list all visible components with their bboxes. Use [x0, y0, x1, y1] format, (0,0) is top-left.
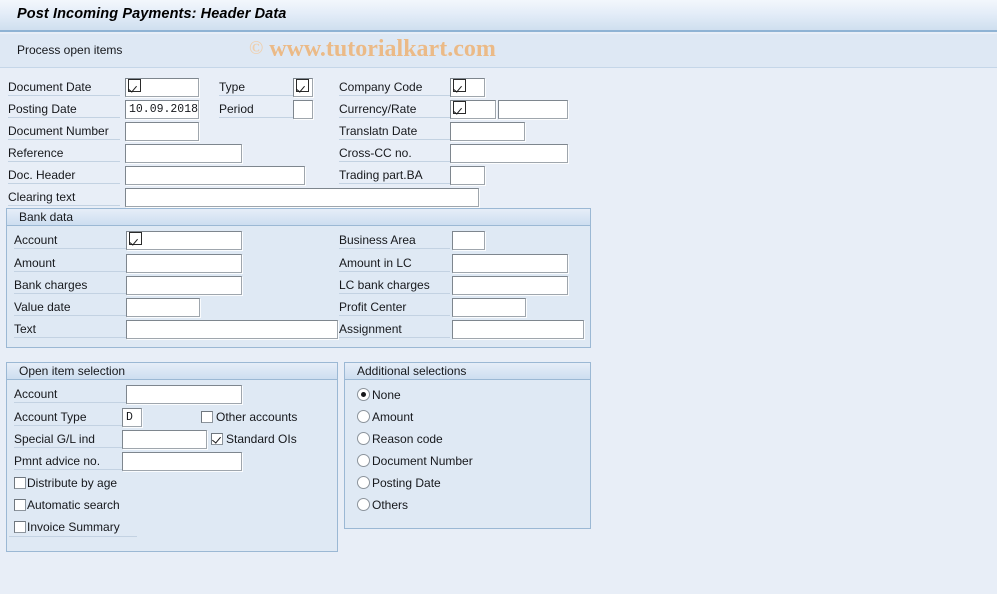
- clearing-text-input[interactable]: [125, 188, 479, 207]
- label-translatn-date: Translatn Date: [339, 124, 450, 140]
- label-clearing-text: Clearing text: [8, 190, 120, 206]
- trading-part-ba-input[interactable]: [450, 166, 485, 185]
- label-assignment: Assignment: [339, 322, 450, 338]
- label-value-date: Value date: [14, 300, 126, 316]
- cross-cc-no-input[interactable]: [450, 144, 568, 163]
- label-currency-rate: Currency/Rate: [339, 102, 450, 118]
- profit-center-input[interactable]: [452, 298, 526, 317]
- matchcode-icon[interactable]: [129, 232, 142, 246]
- reference-input[interactable]: [125, 144, 242, 163]
- label-distribute-by-age[interactable]: Distribute by age: [27, 476, 117, 490]
- invoice-summary-underline: [9, 536, 137, 537]
- window-title-bar: Post Incoming Payments: Header Data: [0, 0, 997, 32]
- label-document-number: Document Number: [8, 124, 120, 140]
- radio-amount[interactable]: [357, 410, 370, 423]
- label-type: Type: [219, 80, 293, 96]
- label-business-area: Business Area: [339, 233, 450, 249]
- additional-selections-title: Additional selections: [357, 364, 467, 378]
- label-company-code: Company Code: [339, 80, 450, 96]
- label-pmnt-advice-no: Pmnt advice no.: [14, 454, 122, 470]
- bank-data-header: Bank data: [7, 209, 590, 226]
- bank-data-title: Bank data: [19, 210, 74, 224]
- pmnt-advice-no-input[interactable]: [122, 452, 242, 471]
- checkbox-distribute-by-age[interactable]: [14, 477, 26, 489]
- label-trading-part-ba: Trading part.BA: [339, 168, 450, 184]
- checkbox-invoice-summary[interactable]: [14, 521, 26, 533]
- bank-account-input[interactable]: [126, 231, 242, 250]
- label-special-gl-ind: Special G/L ind: [14, 432, 122, 448]
- label-bank-charges: Bank charges: [14, 278, 126, 294]
- label-radio-amount[interactable]: Amount: [372, 410, 413, 424]
- radio-others[interactable]: [357, 498, 370, 511]
- label-radio-reason-code[interactable]: Reason code: [372, 432, 443, 446]
- checkbox-automatic-search[interactable]: [14, 499, 26, 511]
- doc-header-input[interactable]: [125, 166, 305, 185]
- label-doc-header: Doc. Header: [8, 168, 120, 184]
- assignment-input[interactable]: [452, 320, 584, 339]
- period-input[interactable]: [293, 100, 313, 119]
- label-posting-date: Posting Date: [8, 102, 120, 118]
- label-ois-account: Account: [14, 387, 126, 403]
- special-gl-ind-input[interactable]: [122, 430, 207, 449]
- label-radio-document-number[interactable]: Document Number: [372, 454, 473, 468]
- bank-text-input[interactable]: [126, 320, 338, 339]
- matchcode-icon[interactable]: [453, 101, 466, 115]
- radio-reason-code[interactable]: [357, 432, 370, 445]
- document-number-input[interactable]: [125, 122, 199, 141]
- company-code-input[interactable]: [450, 78, 485, 97]
- checkbox-other-accounts[interactable]: [201, 411, 213, 423]
- matchcode-icon[interactable]: [453, 79, 466, 93]
- label-invoice-summary[interactable]: Invoice Summary: [27, 520, 120, 534]
- label-document-date: Document Date: [8, 80, 120, 96]
- open-item-selection-title: Open item selection: [19, 364, 126, 378]
- business-area-input[interactable]: [452, 231, 485, 250]
- label-automatic-search[interactable]: Automatic search: [27, 498, 120, 512]
- label-profit-center: Profit Center: [339, 300, 450, 316]
- amount-input[interactable]: [126, 254, 242, 273]
- subtitle-label: Process open items: [17, 43, 123, 57]
- lc-bank-charges-input[interactable]: [452, 276, 568, 295]
- amount-in-lc-input[interactable]: [452, 254, 568, 273]
- label-period: Period: [219, 102, 293, 118]
- radio-document-number[interactable]: [357, 454, 370, 467]
- label-bank-account: Account: [14, 233, 126, 249]
- subtitle-bar: Process open items: [0, 34, 997, 68]
- value-date-input[interactable]: [126, 298, 200, 317]
- label-amount-in-lc: Amount in LC: [339, 256, 450, 272]
- account-type-input[interactable]: D: [122, 408, 142, 427]
- label-account-type: Account Type: [14, 410, 122, 426]
- label-other-accounts[interactable]: Other accounts: [216, 410, 297, 424]
- checkbox-standard-ois[interactable]: [211, 433, 223, 445]
- page-title: Post Incoming Payments: Header Data: [17, 6, 287, 22]
- type-input[interactable]: [293, 78, 313, 97]
- matchcode-icon[interactable]: [128, 79, 141, 93]
- matchcode-icon[interactable]: [296, 79, 309, 93]
- open-item-selection-header: Open item selection: [7, 363, 337, 380]
- document-date-input[interactable]: [125, 78, 199, 97]
- label-lc-bank-charges: LC bank charges: [339, 278, 450, 294]
- label-cross-cc-no: Cross-CC no.: [339, 146, 450, 162]
- currency-input[interactable]: [450, 100, 496, 119]
- label-standard-ois[interactable]: Standard OIs: [226, 432, 297, 446]
- translatn-date-input[interactable]: [450, 122, 525, 141]
- label-bank-text: Text: [14, 322, 126, 338]
- label-reference: Reference: [8, 146, 120, 162]
- rate-input[interactable]: [498, 100, 568, 119]
- radio-posting-date[interactable]: [357, 476, 370, 489]
- posting-date-input[interactable]: 10.09.2018: [125, 100, 199, 119]
- bank-charges-input[interactable]: [126, 276, 242, 295]
- label-radio-none[interactable]: None: [372, 388, 401, 402]
- radio-none[interactable]: [357, 388, 370, 401]
- additional-selections-header: Additional selections: [345, 363, 590, 380]
- ois-account-input[interactable]: [126, 385, 242, 404]
- label-amount: Amount: [14, 256, 126, 272]
- label-radio-posting-date[interactable]: Posting Date: [372, 476, 441, 490]
- label-radio-others[interactable]: Others: [372, 498, 408, 512]
